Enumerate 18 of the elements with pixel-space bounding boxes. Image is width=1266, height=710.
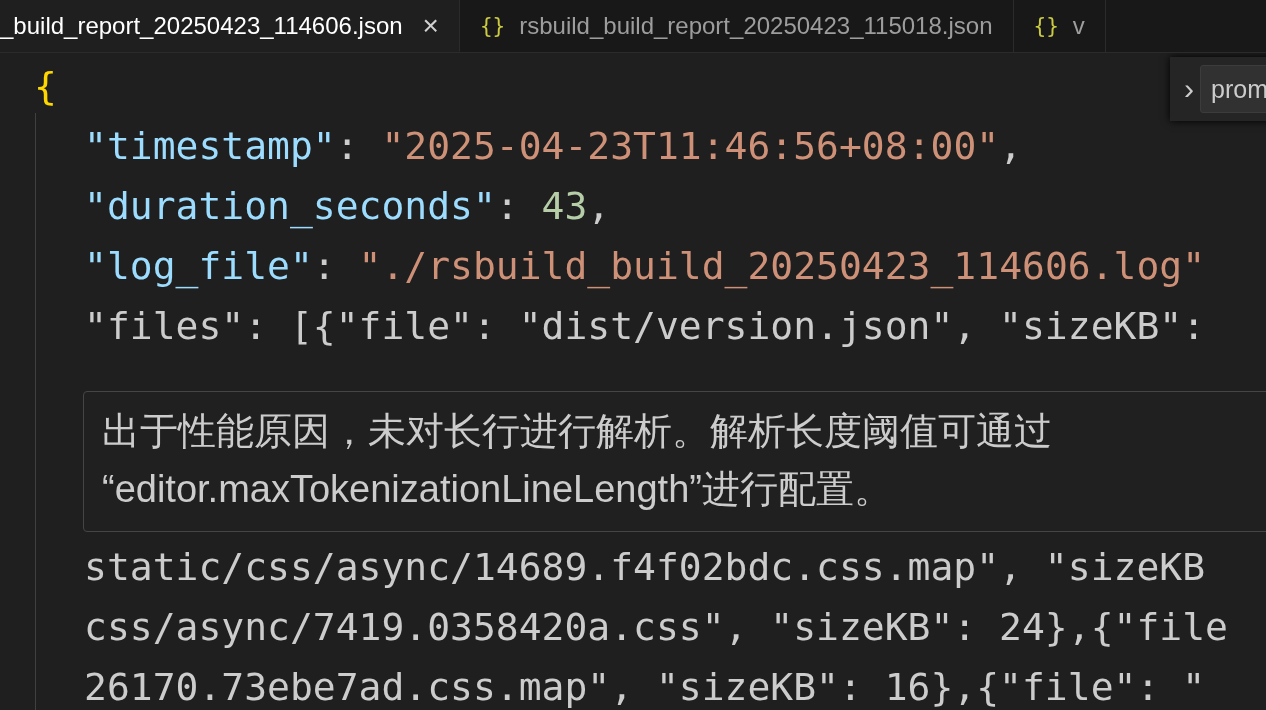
code-line: "log_file": "./rsbuild_build_20250423_114606.log" xyxy=(84,243,1206,291)
braces-icon: {} xyxy=(479,14,506,38)
tooltip-message: 出于性能原因，未对长行进行解析。解析长度阈值可通过“editor.maxTokenizationLineLength”进行配置。 xyxy=(102,409,1053,512)
close-icon[interactable]: × xyxy=(422,9,439,42)
tab-label: v xyxy=(1072,12,1085,40)
braces-icon: {} xyxy=(1033,14,1059,38)
tab-label: rsbuild_build_report_20250423_115018.json xyxy=(519,12,993,40)
code-line: "duration_seconds": 43, xyxy=(84,183,611,231)
expand-toggle[interactable]: › xyxy=(1184,74,1194,104)
editor-tab[interactable]: _build_report_20250423_114606.json × xyxy=(0,0,460,52)
code-line: "files": [{"file": "dist/version.json", "sizeKB": xyxy=(84,303,1206,350)
code-line: { xyxy=(34,63,57,110)
tab-label: _build_report_20250423_114606.json xyxy=(0,11,403,40)
code-line: static/css/async/14689.f4f02bdc.css.map", "sizeKB xyxy=(84,544,1206,591)
code-line: css/async/7419.0358420a.css", "sizeKB": 24},{"file xyxy=(84,604,1228,651)
find-field[interactable]: prom xyxy=(1200,65,1266,113)
code-line: 26170.73ebe7ad.css.map", "sizeKB": 16},{"file": " xyxy=(84,664,1206,710)
code-line: "timestamp": "2025-04-23T11:46:56+08:00", xyxy=(84,123,1023,170)
